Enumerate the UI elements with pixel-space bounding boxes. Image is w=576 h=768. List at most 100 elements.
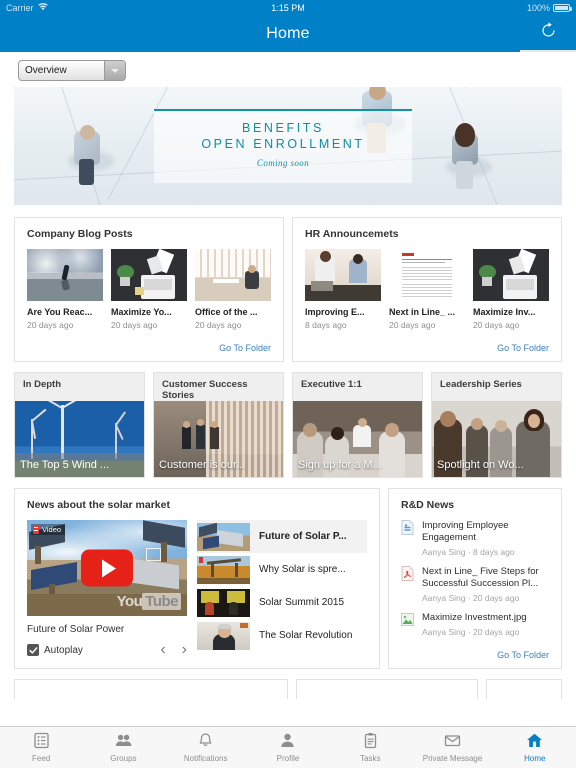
blog-thumbs: Are You Reac... 20 days ago Maximize Yo.…	[27, 249, 271, 330]
item-meta: 20 days ago	[27, 320, 74, 330]
card-title: R&D News	[401, 499, 455, 511]
tab-home[interactable]: Home	[494, 732, 576, 763]
groups-icon	[115, 732, 132, 751]
list-item[interactable]: Are You Reac... 20 days ago	[27, 249, 103, 330]
video-playlist: Future of Solar P... Why Solar is spre..…	[197, 520, 367, 656]
tile-image-lobby: Customer is our...	[154, 401, 283, 477]
card-title: News about the solar market	[27, 499, 170, 511]
tab-profile[interactable]: Profile	[247, 732, 329, 763]
video-badge-label: Video	[42, 525, 62, 534]
tab-notifications[interactable]: Notifications	[165, 732, 247, 763]
fullscreen-icon[interactable]	[146, 548, 161, 561]
refresh-icon	[539, 21, 558, 45]
battery-icon	[553, 4, 572, 12]
playlist-item[interactable]: Solar Summit 2015	[197, 586, 367, 619]
tile-executive[interactable]: Executive 1:1 Sign up for a M...	[292, 372, 423, 478]
item-meta: 20 days ago	[473, 320, 520, 330]
item-title: Next in Line_ ...	[389, 307, 456, 317]
next-row-peek	[0, 669, 576, 699]
playlist-item-title: The Solar Revolution	[259, 630, 353, 641]
tiles-row: In Depth The Top 5 Wind ... Customer Suc…	[0, 362, 576, 478]
playlist-item[interactable]: Why Solar is spre...	[197, 553, 367, 586]
tab-private-message[interactable]: Private Message	[411, 732, 493, 763]
status-right: 100%	[526, 3, 572, 13]
card-title: HR Announcemets	[305, 228, 399, 240]
thumbnail-document	[389, 249, 465, 301]
hero-line-1: BENEFITS	[242, 121, 324, 135]
list-item[interactable]: Maximize Inv... 20 days ago	[473, 249, 549, 330]
video-badge: Video	[31, 524, 66, 535]
peek-card	[486, 679, 562, 699]
playlist-thumbnail	[197, 621, 250, 650]
tab-tasks[interactable]: Tasks	[329, 732, 411, 763]
rd-news-card: R&D News Improving Employee Engagement A…	[388, 488, 562, 669]
video-player[interactable]: Video You Tube	[27, 520, 187, 616]
autoplay-checkbox[interactable]: Autoplay	[27, 644, 83, 656]
solar-video-card: News about the solar market Video You Tu…	[14, 488, 380, 669]
clipboard-icon	[362, 732, 379, 751]
image-file-icon	[401, 612, 414, 627]
thumbnail-runner	[27, 249, 103, 301]
thumbnail-celebration	[305, 249, 381, 301]
go-to-folder-link[interactable]: Go To Folder	[27, 343, 271, 353]
list-item[interactable]: Next in Line_ ... 20 days ago	[389, 249, 465, 330]
go-to-folder-link[interactable]: Go To Folder	[401, 650, 549, 660]
video-badge-icon	[33, 525, 39, 534]
tile-caption: Sign up for a M...	[298, 459, 382, 471]
tile-header: In Depth	[15, 373, 144, 401]
feed-icon	[33, 732, 50, 751]
item-title: Office of the ...	[195, 307, 258, 317]
list-item[interactable]: Maximize Yo... 20 days ago	[111, 249, 187, 330]
go-to-folder-link[interactable]: Go To Folder	[305, 343, 549, 353]
chevron-left-icon[interactable]: ‹	[160, 642, 165, 658]
playlist-item[interactable]: Future of Solar P...	[197, 520, 367, 553]
refresh-button[interactable]	[520, 16, 576, 52]
playlist-item[interactable]: The Solar Revolution	[197, 619, 367, 652]
company-blog-card: Company Blog Posts Are You Reac... 20 da…	[14, 217, 284, 362]
list-item[interactable]: Next in Line_ Five Steps for Successful …	[401, 566, 549, 603]
file-name: Improving Employee Engagement	[422, 520, 509, 543]
tab-label: Home	[524, 754, 546, 763]
item-meta: 20 days ago	[195, 320, 242, 330]
chevron-down-icon[interactable]	[104, 61, 125, 80]
envelope-icon	[444, 732, 461, 751]
playlist-thumbnail	[197, 555, 250, 584]
playlist-item-title: Solar Summit 2015	[259, 597, 345, 608]
list-item[interactable]: Maximize Investment.jpg Aanya Sing · 20 …	[401, 612, 549, 637]
person-icon	[279, 732, 296, 751]
hero-text-panel: BENEFITS OPEN ENROLLMENT Coming soon	[154, 109, 412, 183]
tile-leadership[interactable]: Leadership Series Spotlight on Wo...	[431, 372, 562, 478]
tile-caption: The Top 5 Wind ...	[15, 453, 144, 477]
chevron-right-icon[interactable]: ›	[182, 642, 187, 658]
tab-groups[interactable]: Groups	[82, 732, 164, 763]
tile-customer-success[interactable]: Customer Success Stories Customer is our…	[153, 372, 284, 478]
list-item[interactable]: Improving Employee Engagement Aanya Sing…	[401, 520, 549, 557]
view-toolbar: Overview	[0, 52, 576, 87]
item-meta: 20 days ago	[389, 320, 436, 330]
page-title: Home	[266, 25, 310, 42]
tab-bar: Feed Groups Notifications Profile Tasks	[0, 726, 576, 768]
thumbnail-desk	[111, 249, 187, 301]
thumbnail-office	[195, 249, 271, 301]
item-title: Maximize Inv...	[473, 307, 536, 317]
tile-in-depth[interactable]: In Depth The Top 5 Wind ...	[14, 372, 145, 478]
current-video-title: Future of Solar Power	[27, 624, 125, 635]
page-scroll-area[interactable]: Overview BENEFITS OPEN ENROLLMENT Coming…	[0, 52, 576, 768]
playlist-item-title: Why Solar is spre...	[259, 564, 346, 575]
tab-label: Groups	[110, 754, 137, 763]
hero-banner[interactable]: BENEFITS OPEN ENROLLMENT Coming soon	[14, 87, 562, 205]
doc-file-icon	[401, 520, 414, 535]
home-icon	[526, 732, 543, 751]
view-select[interactable]: Overview	[18, 60, 126, 81]
item-meta: 8 days ago	[305, 320, 347, 330]
tile-image-meeting: Sign up for a M...	[293, 401, 422, 477]
hr-announcements-card: HR Announcemets Improving E... 8 days ag…	[292, 217, 562, 362]
list-item[interactable]: Office of the ... 20 days ago	[195, 249, 271, 330]
battery-percent: 100%	[526, 3, 550, 13]
tile-image-networking: Spotlight on Wo...	[432, 401, 561, 477]
tab-label: Tasks	[360, 754, 381, 763]
item-title: Maximize Yo...	[111, 307, 172, 317]
play-icon[interactable]	[81, 549, 133, 587]
list-item[interactable]: Improving E... 8 days ago	[305, 249, 381, 330]
tab-feed[interactable]: Feed	[0, 732, 82, 763]
